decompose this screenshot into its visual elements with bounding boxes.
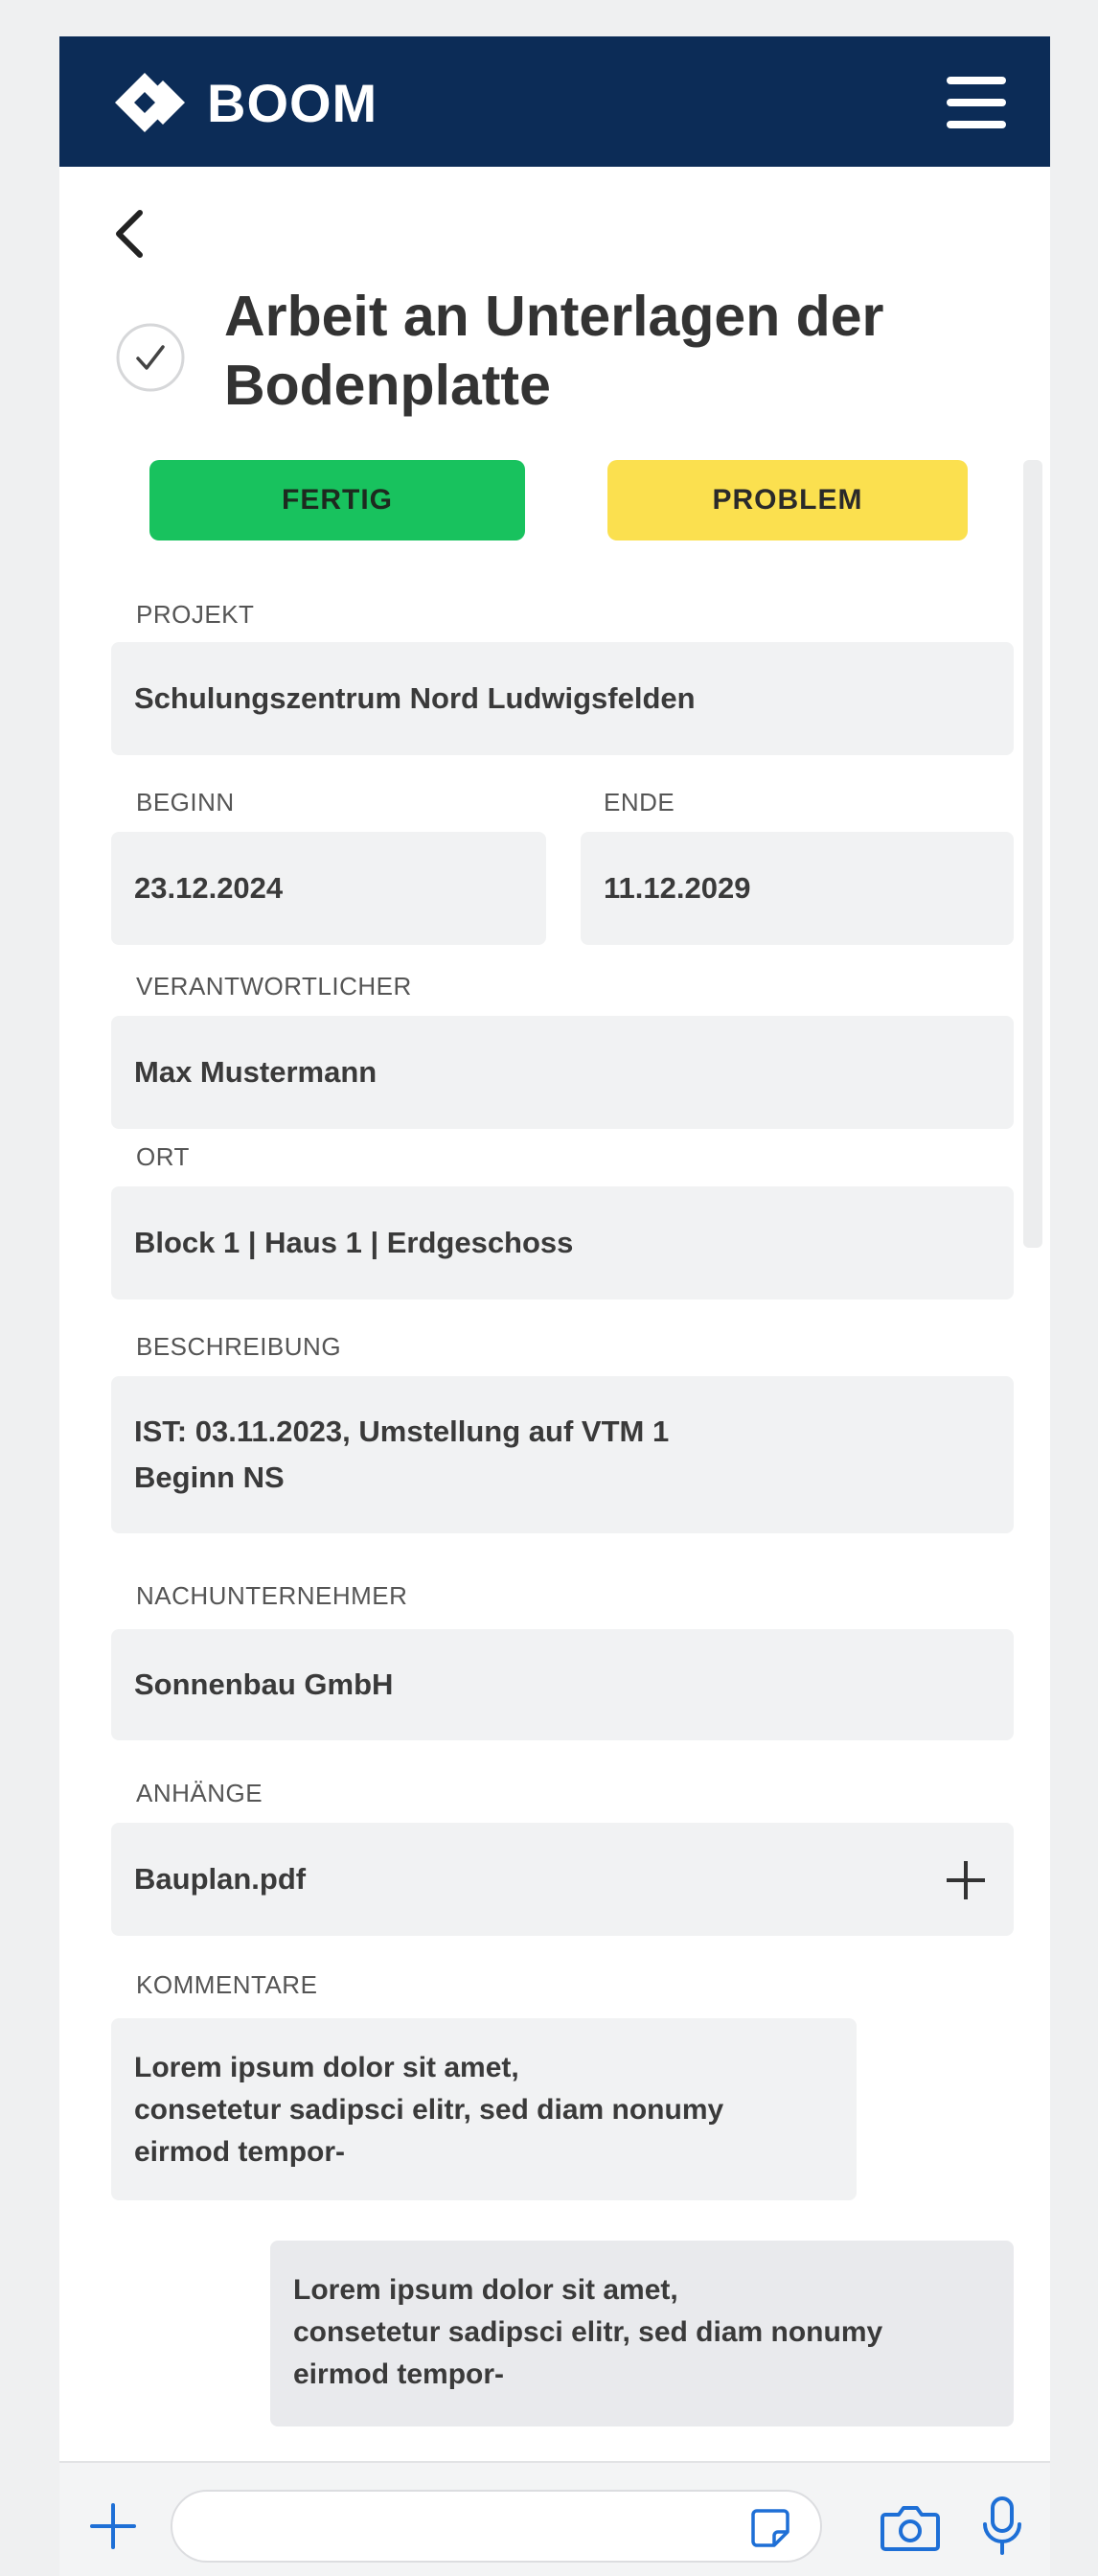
attachment-field[interactable]: Bauplan.pdf	[111, 1823, 1014, 1936]
back-arrow-icon[interactable]	[107, 205, 153, 263]
comment-line: Lorem ipsum dolor sit amet,	[134, 2052, 519, 2083]
beschreibung-line: Beginn NS	[134, 1460, 285, 1494]
beschreibung-line: IST: 03.11.2023, Umstellung auf VTM 1	[134, 1414, 670, 1448]
add-attachment-icon[interactable]	[943, 1857, 989, 1903]
hamburger-menu-icon[interactable]	[947, 77, 1006, 128]
comment-bubble: Lorem ipsum dolor sit amet, consetetur s…	[111, 2018, 857, 2200]
ort-label: ORT	[136, 1142, 190, 1171]
beginn-field[interactable]: 23.12.2024	[111, 832, 546, 945]
ende-value: 11.12.2029	[604, 871, 751, 905]
projekt-value: Schulungszentrum Nord Ludwigsfelden	[134, 681, 696, 715]
beginn-value: 23.12.2024	[134, 871, 284, 905]
beschreibung-label: BESCHREIBUNG	[136, 1332, 342, 1361]
beginn-label: BEGINN	[136, 788, 235, 816]
comment-line: consetetur sadipsci elitr, sed diam nonu…	[293, 2316, 883, 2348]
nachunternehmer-field[interactable]: Sonnenbau GmbH	[111, 1629, 1014, 1740]
projekt-field[interactable]: Schulungszentrum Nord Ludwigsfelden	[111, 642, 1014, 755]
ort-value: Block 1 | Haus 1 | Erdgeschoss	[134, 1226, 574, 1259]
beschreibung-field[interactable]: IST: 03.11.2023, Umstellung auf VTM 1 Be…	[111, 1376, 1014, 1533]
own-comment-bubble: Lorem ipsum dolor sit amet, consetetur s…	[270, 2241, 1014, 2426]
brand-name: BOOM	[207, 72, 378, 133]
app-header: BOOM	[59, 36, 1050, 167]
nachunternehmer-value: Sonnenbau GmbH	[134, 1668, 394, 1701]
camera-icon[interactable]	[880, 2503, 941, 2553]
verantwortlicher-label: VERANTWORTLICHER	[136, 972, 412, 1000]
message-input[interactable]	[171, 2490, 822, 2563]
check-circle-icon[interactable]	[115, 322, 186, 393]
comment-line: eirmod tempor-	[134, 2136, 346, 2168]
verantwortlicher-value: Max Mustermann	[134, 1055, 377, 1089]
anhaenge-label: ANHÄNGE	[136, 1779, 263, 1807]
microphone-icon[interactable]	[981, 2496, 1023, 2557]
ende-label: ENDE	[604, 788, 675, 816]
brand-logo[interactable]: BOOM	[115, 69, 377, 136]
nachunternehmer-label: NACHUNTERNEHMER	[136, 1581, 408, 1610]
kommentare-label: KOMMENTARE	[136, 1970, 318, 1999]
comment-line: Lorem ipsum dolor sit amet,	[293, 2274, 678, 2306]
done-button[interactable]: FERTIG	[149, 460, 525, 540]
comment-line: eirmod tempor-	[293, 2358, 505, 2390]
scrollbar[interactable]	[1023, 460, 1042, 1248]
plus-icon[interactable]	[88, 2501, 138, 2551]
comment-line: consetetur sadipsci elitr, sed diam nonu…	[134, 2094, 724, 2126]
diamond-arrow-logo-icon	[115, 73, 185, 132]
phone-screen: BOOM Arbeit an Unterlagen der Bodenplatt…	[59, 36, 1050, 2576]
sticker-icon[interactable]	[749, 2507, 791, 2549]
problem-button[interactable]: PROBLEM	[607, 460, 968, 540]
ende-field[interactable]: 11.12.2029	[581, 832, 1014, 945]
ort-field[interactable]: Block 1 | Haus 1 | Erdgeschoss	[111, 1186, 1014, 1300]
projekt-label: PROJEKT	[136, 600, 255, 629]
message-composer	[59, 2461, 1050, 2576]
attachment-filename[interactable]: Bauplan.pdf	[134, 1862, 306, 1897]
verantwortlicher-field[interactable]: Max Mustermann	[111, 1016, 1014, 1129]
task-title: Arbeit an Unterlagen der Bodenplatte	[224, 285, 884, 417]
